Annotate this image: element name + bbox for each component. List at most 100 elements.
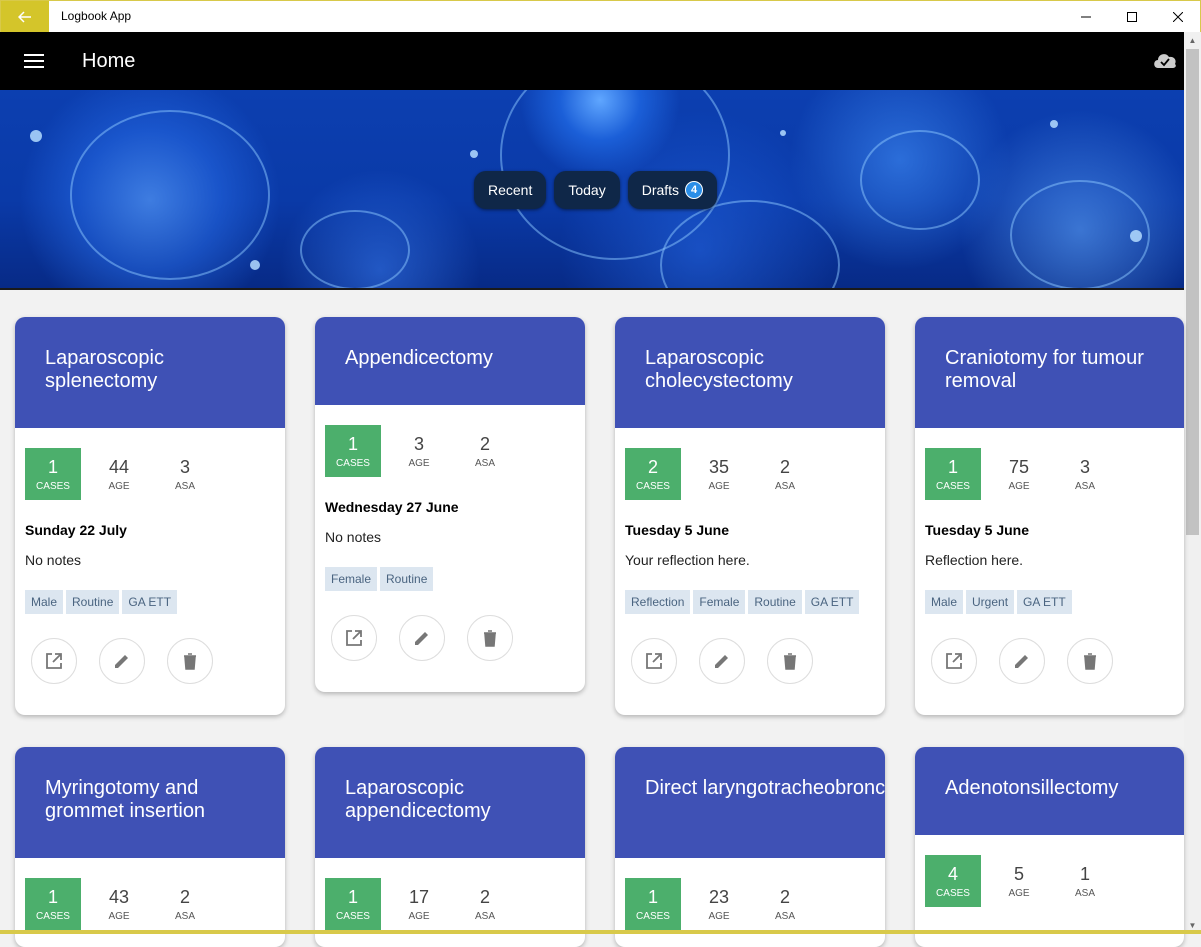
back-button[interactable] [1,1,49,32]
tag[interactable]: GA ETT [804,590,860,614]
case-card[interactable]: Myringotomy and grommet insertion 1 CASES… [15,747,285,947]
tag[interactable]: Female [693,590,746,614]
window-titlebar: Logbook App [0,0,1201,32]
open-external-icon [946,653,962,669]
case-title-text: Direct laryngotracheobronchoscop [645,777,885,799]
age-value: 43 [108,886,130,907]
edit-button[interactable] [999,638,1045,684]
cases-value: 1 [47,886,58,907]
delete-button[interactable] [167,638,213,684]
cloud-sync-icon[interactable] [1152,50,1178,75]
asa-value: 2 [179,886,190,907]
window-bottom-border [0,930,1201,934]
cases-label: CASES [36,910,70,922]
open-button[interactable] [31,638,77,684]
open-button[interactable] [631,638,677,684]
tag[interactable]: GA ETT [1017,590,1072,614]
open-external-icon [346,630,362,646]
age-value: 75 [1008,456,1030,477]
case-tags: Female Routine [325,567,575,591]
tag[interactable]: GA ETT [122,590,178,614]
case-card[interactable]: Laparoscopic cholecystectomy 2 CASES 35 AG… [615,317,885,715]
age-value: 35 [708,456,730,477]
case-card[interactable]: Appendicectomy 1 CASES 3 AGE 2 ASA Wednesda… [315,317,585,692]
drafts-count-badge: 4 [685,181,704,199]
open-external-icon [46,653,62,669]
filter-recent-button[interactable]: Recent [474,171,547,209]
tag[interactable]: Routine [66,590,120,614]
delete-button[interactable] [1067,638,1113,684]
asa-label: ASA [1074,480,1095,492]
open-button[interactable] [331,615,377,661]
age-label: AGE [708,910,730,922]
cases-label: CASES [336,457,370,469]
case-card[interactable]: Craniotomy for tumour removal 1 CASES 75 A… [915,317,1184,715]
case-card[interactable]: Adenotonsillectomy 4 CASES 5 AGE 1 ASA [915,747,1184,947]
cases-stat: 2 CASES [625,448,681,500]
asa-stat: 2 ASA [152,878,218,930]
page-title: Home [82,50,136,72]
asa-value: 2 [479,433,490,454]
cases-stat: 1 CASES [925,448,981,500]
tag[interactable]: Urgent [966,590,1015,614]
age-value: 5 [1013,863,1024,884]
asa-stat: 2 ASA [752,878,818,930]
tag[interactable]: Male [25,590,64,614]
edit-button[interactable] [399,615,445,661]
scroll-thumb[interactable] [1186,49,1199,535]
case-date: Wednesday 27 June [325,499,459,515]
cases-value: 1 [347,433,358,454]
cases-label: CASES [936,887,970,899]
minimize-button[interactable] [1063,1,1109,32]
age-label: AGE [1008,887,1030,899]
open-button[interactable] [931,638,977,684]
maximize-button[interactable] [1109,1,1155,32]
case-date: Sunday 22 July [25,522,127,538]
trash-icon [184,653,196,670]
tag[interactable]: Male [925,590,964,614]
back-arrow-icon [18,10,31,23]
filter-today-button[interactable]: Today [554,171,620,209]
case-title: Myringotomy and grommet insertion [15,747,285,858]
asa-label: ASA [174,480,195,492]
delete-button[interactable] [467,615,513,661]
case-title: Appendicectomy [315,317,585,405]
case-date: Tuesday 5 June [925,522,1030,538]
asa-label: ASA [1074,887,1095,899]
case-notes: No notes [325,529,382,545]
vertical-scrollbar[interactable]: ▲ ▼ [1184,32,1201,934]
cases-value: 1 [947,456,958,477]
tag[interactable]: Routine [380,567,434,591]
tag[interactable]: Routine [748,590,802,614]
close-button[interactable] [1155,1,1201,32]
cases-value: 1 [47,456,58,477]
edit-button[interactable] [699,638,745,684]
asa-stat: 1 ASA [1052,855,1118,907]
age-stat: 35 AGE [686,448,752,500]
cases-stat: 4 CASES [925,855,981,907]
tag[interactable]: Female [325,567,378,591]
tag[interactable]: Reflection [625,590,691,614]
case-title: Laparoscopic cholecystectomy [615,317,885,428]
hamburger-menu-icon[interactable] [24,54,44,68]
scroll-up-icon[interactable]: ▲ [1184,32,1201,49]
age-label: AGE [408,457,430,469]
case-card[interactable]: Laparoscopic splenectomy 1 CASES 44 AGE 3 A… [15,317,285,715]
app-header: Home [0,32,1201,90]
case-title: Adenotonsillectomy [915,747,1184,835]
asa-stat: 2 ASA [452,878,518,930]
case-card[interactable]: Laparoscopic appendicectomy 1 CASES 17 AGE… [315,747,585,947]
cases-label: CASES [636,910,670,922]
age-stat: 5 AGE [986,855,1052,907]
asa-label: ASA [474,457,495,469]
hero-banner: Recent Today Drafts 4 [0,90,1184,290]
filter-drafts-button[interactable]: Drafts 4 [627,171,718,209]
asa-stat: 2 ASA [452,425,518,477]
pencil-icon [1015,655,1028,668]
asa-value: 1 [1079,863,1090,884]
asa-label: ASA [474,910,495,922]
case-card[interactable]: Direct laryngotracheobronchoscop 1CASES … [615,747,885,947]
delete-button[interactable] [767,638,813,684]
case-notes: No notes [25,552,82,568]
edit-button[interactable] [99,638,145,684]
